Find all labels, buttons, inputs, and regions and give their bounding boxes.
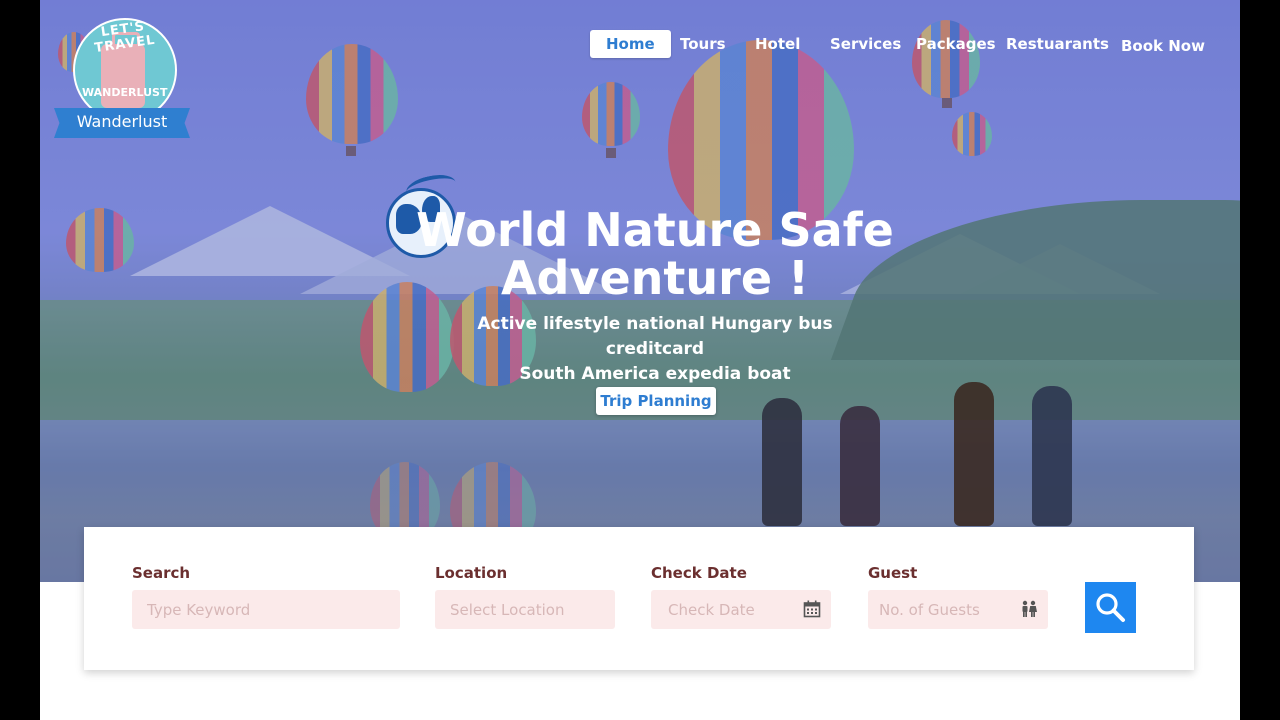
hero-title-line2: Adventure ! bbox=[500, 251, 810, 305]
location-field-box bbox=[435, 590, 615, 629]
logo-ribbon-text: Wanderlust bbox=[76, 112, 168, 131]
search-label: Search bbox=[132, 564, 191, 582]
nav-packages[interactable]: Packages bbox=[916, 30, 996, 58]
nav-book-now[interactable]: Book Now bbox=[1121, 32, 1205, 60]
location-label: Location bbox=[435, 564, 508, 582]
calendar-icon[interactable] bbox=[803, 600, 821, 618]
trip-planning-button[interactable]: Trip Planning bbox=[596, 387, 716, 415]
hero-subtitle-line1: Active lifestyle national Hungary bus cr… bbox=[477, 314, 833, 359]
logo-badge-text: WANDERLUST bbox=[82, 86, 168, 99]
check-date-label: Check Date bbox=[651, 564, 747, 582]
hero-subtitle: Active lifestyle national Hungary bus cr… bbox=[440, 312, 870, 387]
hero-title-line1: World Nature Safe bbox=[416, 203, 894, 257]
brand-logo[interactable]: LET'S TRAVEL WANDERLUST Wanderlust bbox=[54, 16, 194, 142]
guest-field-box bbox=[868, 590, 1048, 629]
people-icon bbox=[1020, 600, 1038, 618]
guest-label: Guest bbox=[868, 564, 918, 582]
hero-title: World Nature Safe Adventure ! bbox=[340, 206, 970, 302]
nav-tours[interactable]: Tours bbox=[680, 30, 726, 58]
search-field-box bbox=[132, 590, 400, 629]
search-icon bbox=[1085, 593, 1136, 637]
nav-hotel[interactable]: Hotel bbox=[755, 30, 800, 58]
nav-restaurants[interactable]: Restuarants bbox=[1006, 30, 1109, 58]
nav-home[interactable]: Home bbox=[590, 30, 671, 58]
search-keyword-input[interactable] bbox=[132, 590, 400, 629]
page: LET'S TRAVEL WANDERLUST Wanderlust Home … bbox=[40, 0, 1240, 720]
search-panel: Search Location Check Date Guest bbox=[84, 527, 1194, 670]
search-button[interactable] bbox=[1085, 582, 1136, 633]
location-input[interactable] bbox=[435, 590, 615, 629]
check-date-field-box bbox=[651, 590, 831, 629]
hero-subtitle-line2: South America expedia boat bbox=[519, 364, 791, 384]
nav-services[interactable]: Services bbox=[830, 30, 901, 58]
